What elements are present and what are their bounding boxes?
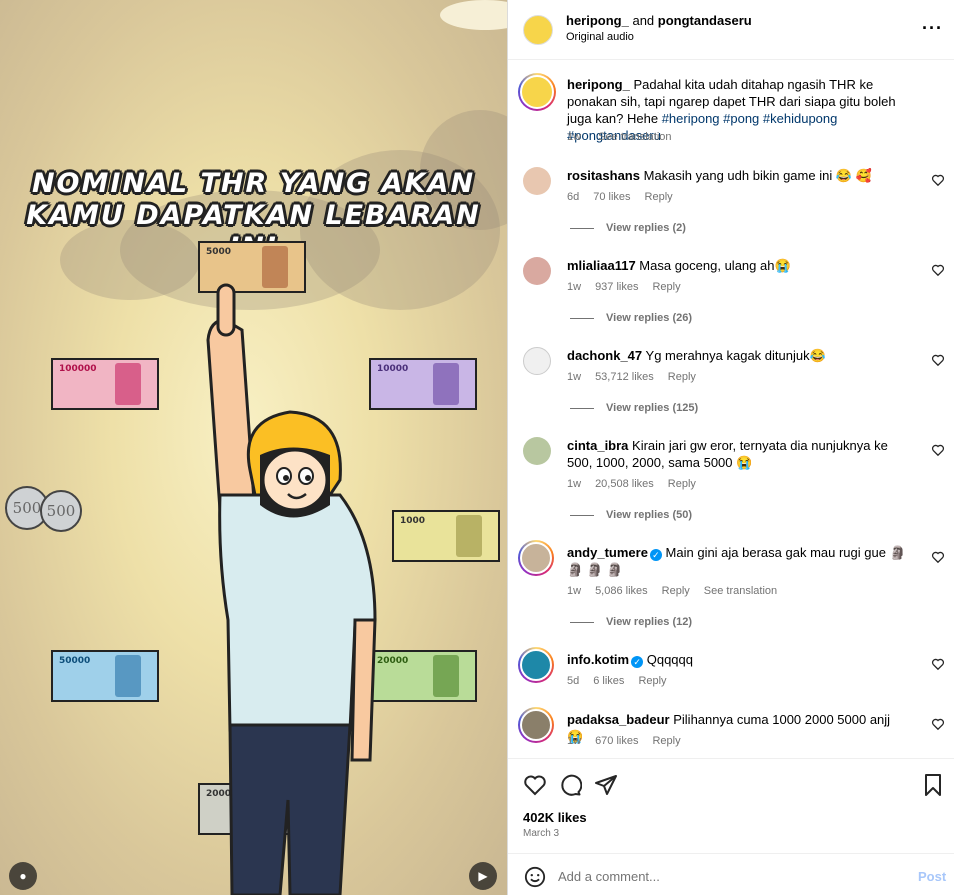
comment-text: Yg merahnya kagak ditunjuk😂 <box>645 348 826 363</box>
reply-button[interactable]: Reply <box>668 478 696 490</box>
emoji-icon[interactable] <box>524 866 546 888</box>
comment-likes[interactable]: 5,086 likes <box>595 585 648 597</box>
comment-likes[interactable]: 937 likes <box>595 281 638 293</box>
reply-button[interactable]: Reply <box>652 281 680 293</box>
reply-button[interactable]: Reply <box>668 371 696 383</box>
comment-user[interactable]: cinta_ibra <box>567 438 628 453</box>
banknote-50000: 50000 <box>51 650 159 702</box>
verified-badge-icon: ✓ <box>649 549 662 561</box>
reply-button[interactable]: Reply <box>638 675 666 687</box>
header-user2[interactable]: pongtandaseru <box>658 13 752 28</box>
likes-count[interactable]: 402K likes <box>523 810 587 825</box>
avatar[interactable] <box>523 347 551 375</box>
avatar[interactable] <box>523 167 551 195</box>
avatar[interactable] <box>523 257 551 285</box>
post-header: heripong_ and pongtandaseru Original aud… <box>508 0 954 60</box>
comment-text: Masa goceng, ulang ah😭 <box>639 258 791 273</box>
comment-time[interactable]: 5d <box>567 675 579 687</box>
comment-time[interactable]: 1w <box>567 478 581 490</box>
post-date[interactable]: March 3 <box>523 828 559 839</box>
save-bookmark-icon[interactable] <box>921 773 945 797</box>
view-replies-button[interactable]: View replies (125) <box>570 402 698 414</box>
avatar[interactable] <box>520 709 552 741</box>
comment-time[interactable]: 1w <box>567 585 581 597</box>
comment-likes[interactable]: 20,508 likes <box>595 478 654 490</box>
like-heart-icon[interactable] <box>931 263 945 277</box>
comment-icon[interactable] <box>558 773 582 797</box>
comment-time[interactable]: 1w <box>567 281 581 293</box>
comment-user[interactable]: andy_tumere <box>567 545 648 560</box>
bg-cloud <box>440 0 507 30</box>
comment-text: Makasih yang udh bikin game ini 😂 🥰 <box>643 168 872 183</box>
character-illustration <box>206 283 377 895</box>
comment-likes[interactable]: 70 likes <box>593 191 630 203</box>
avatar[interactable] <box>520 649 552 681</box>
comment-user[interactable]: padaksa_badeur <box>567 712 670 727</box>
avatar[interactable] <box>520 542 552 574</box>
caption-user[interactable]: heripong_ <box>567 77 630 92</box>
verified-badge-icon: ✓ <box>631 656 644 668</box>
post-panel: heripong_ and pongtandaseru Original aud… <box>507 0 954 895</box>
avatar[interactable] <box>520 75 554 109</box>
like-heart-icon[interactable] <box>931 173 945 187</box>
post-button[interactable]: Post <box>918 869 946 884</box>
like-heart-icon[interactable] <box>931 717 945 731</box>
media-title-line1: NOMINAL THR YANG AKAN <box>31 168 476 199</box>
speaker-icon[interactable]: ▶ <box>469 862 497 890</box>
avatar[interactable] <box>523 15 553 45</box>
comment-user[interactable]: rositashans <box>567 168 640 183</box>
reply-button[interactable]: Reply <box>652 735 680 747</box>
comment-time[interactable]: 6d <box>567 191 579 203</box>
view-replies-button[interactable]: View replies (26) <box>570 312 692 324</box>
profile-tag-icon[interactable]: ● <box>9 862 37 890</box>
like-icon[interactable] <box>523 773 547 797</box>
header-user1[interactable]: heripong_ <box>566 13 629 28</box>
see-translation-button[interactable]: See translation <box>598 131 671 143</box>
comment-user[interactable]: info.kotim <box>567 652 629 667</box>
comment-time[interactable]: 1w <box>567 371 581 383</box>
comment-user[interactable]: dachonk_47 <box>567 348 642 363</box>
view-replies-button[interactable]: View replies (12) <box>570 616 692 628</box>
view-replies-button[interactable]: View replies (2) <box>570 222 686 234</box>
reel-media[interactable]: NOMINAL THR YANG AKAN KAMU DAPATKAN LEBA… <box>0 0 507 895</box>
add-comment-bar: Post <box>508 853 954 895</box>
like-heart-icon[interactable] <box>931 353 945 367</box>
coin-500: 500 <box>40 490 82 532</box>
comment-input[interactable] <box>558 866 898 886</box>
more-horizontal-icon[interactable]: ··· <box>922 18 943 39</box>
caption-time[interactable]: 1w <box>567 131 581 143</box>
like-heart-icon[interactable] <box>931 443 945 457</box>
reply-button[interactable]: Reply <box>662 585 690 597</box>
audio-label[interactable]: Original audio <box>566 31 634 43</box>
comment-time[interactable]: 1w <box>567 735 581 747</box>
share-icon[interactable] <box>594 773 618 797</box>
header-and: and <box>632 13 655 28</box>
comment-text: Qqqqqq <box>646 652 693 667</box>
comment-likes[interactable]: 670 likes <box>595 735 638 747</box>
action-bar: 402K likes March 3 <box>508 758 954 853</box>
view-replies-button[interactable]: View replies (50) <box>570 509 692 521</box>
banknote-1000: 1000 <box>392 510 500 562</box>
like-heart-icon[interactable] <box>931 550 945 564</box>
comment-user[interactable]: mlialiaa117 <box>567 258 636 273</box>
see-translation-button[interactable]: See translation <box>704 585 777 597</box>
comment-likes[interactable]: 53,712 likes <box>595 371 654 383</box>
like-heart-icon[interactable] <box>931 657 945 671</box>
reply-button[interactable]: Reply <box>645 191 673 203</box>
comment-likes[interactable]: 6 likes <box>593 675 624 687</box>
avatar[interactable] <box>523 437 551 465</box>
banknote-100000: 100000 <box>51 358 159 410</box>
